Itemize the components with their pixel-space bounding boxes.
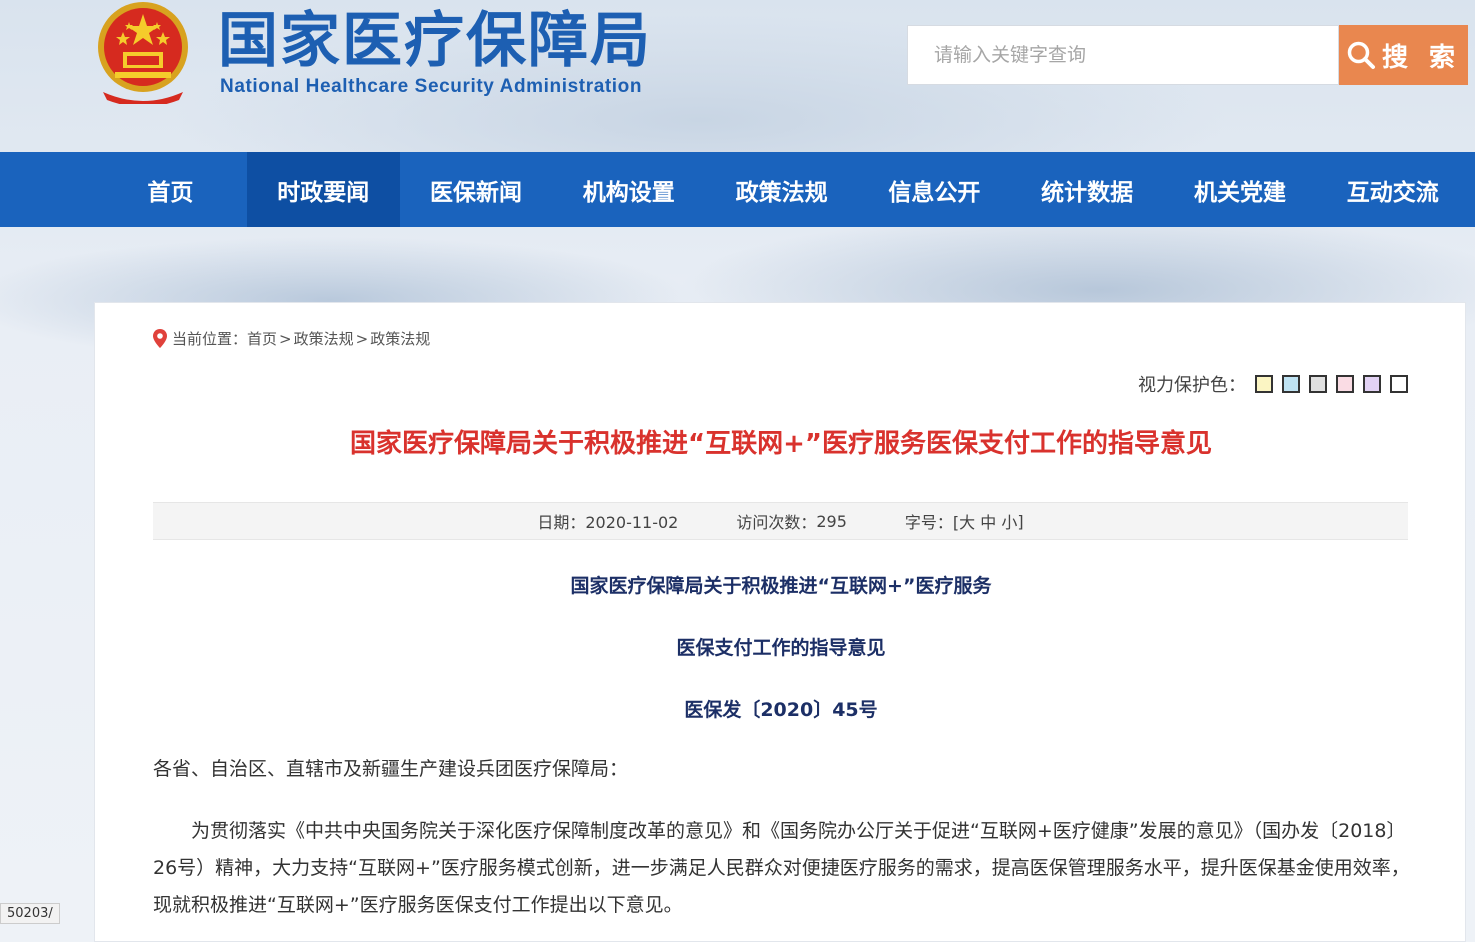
article-panel: 当前位置： 首页 > 政策法规 > 政策法规 视力保护色： 国家医疗保障局关于积… — [94, 302, 1466, 942]
document-salutation: 各省、自治区、直辖市及新疆生产建设兵团医疗保障局： — [153, 758, 629, 780]
font-size-end: ] — [1017, 511, 1024, 531]
nav-item-healthcare-news[interactable]: 医保新闻 — [400, 152, 553, 227]
article-title: 国家医疗保障局关于积极推进“互联网+”医疗服务医保支付工作的指导意见 — [350, 429, 1212, 459]
site-header: 国家医疗保障局 National Healthcare Security Adm… — [0, 0, 1475, 152]
article-views-label: 访问次数： — [736, 513, 817, 532]
font-size-small-button[interactable]: 小 — [1001, 509, 1017, 533]
main-nav: 首页 时政要闻 医保新闻 机构设置 政策法规 信息公开 统计数据 机关党建 互动… — [0, 152, 1475, 227]
eye-care-swatch-pink[interactable] — [1336, 375, 1354, 393]
search-button[interactable]: 搜 索 — [1339, 25, 1468, 85]
eye-care-swatch-blue[interactable] — [1282, 375, 1300, 393]
location-pin-icon — [153, 329, 167, 348]
breadcrumb-link-policies[interactable]: 政策法规 — [294, 328, 354, 349]
breadcrumb-separator: > — [355, 329, 369, 348]
nav-item-policies[interactable]: 政策法规 — [705, 152, 858, 227]
breadcrumb-link-home[interactable]: 首页 — [247, 328, 277, 349]
document-number: 医保发〔2020〕45号 — [684, 699, 878, 721]
article-views: 295 — [816, 511, 847, 531]
nav-item-party-building[interactable]: 机关党建 — [1164, 152, 1317, 227]
eye-care-color-picker: 视力保护色： — [1138, 371, 1408, 397]
breadcrumb-link-policies-current[interactable]: 政策法规 — [370, 328, 430, 349]
breadcrumb: 当前位置： 首页 > 政策法规 > 政策法规 — [153, 328, 430, 349]
breadcrumb-prefix: 当前位置： — [172, 330, 248, 348]
article-date: 日期：2020-11-02 — [537, 513, 679, 532]
search-field-wrapper — [907, 25, 1339, 85]
document-heading-line2: 医保支付工作的指导意见 — [676, 637, 886, 659]
site-logo-chinese[interactable]: 国家医疗保障局 — [218, 6, 652, 76]
article-meta-bar: 日期：2020-11-02 访问次数： 295 字号：[ 大 中 小 ] — [153, 502, 1408, 540]
eye-care-swatch-yellow[interactable] — [1255, 375, 1273, 393]
nav-item-interaction[interactable]: 互动交流 — [1316, 152, 1469, 227]
font-size-large-button[interactable]: 大 — [959, 509, 975, 533]
search-button-label: 搜 索 — [1381, 42, 1462, 73]
site-logo-english[interactable]: National Healthcare Security Administrat… — [220, 76, 642, 98]
national-emblem-icon[interactable] — [93, 0, 193, 107]
document-heading-line1: 国家医疗保障局关于积极推进“互联网+”医疗服务 — [570, 575, 992, 597]
eye-care-swatch-white[interactable] — [1390, 375, 1408, 393]
nav-item-organization[interactable]: 机构设置 — [552, 152, 705, 227]
eye-care-swatch-gray[interactable] — [1309, 375, 1327, 393]
font-size-medium-button[interactable]: 中 — [980, 509, 996, 533]
nav-item-home[interactable]: 首页 — [94, 152, 247, 227]
search-icon — [1347, 41, 1375, 69]
nav-item-statistics[interactable]: 统计数据 — [1011, 152, 1164, 227]
document-body-paragraph: 为贯彻落实《中共中央国务院关于深化医疗保障制度改革的意见》和《国务院办公厅关于促… — [153, 820, 1410, 916]
font-size-label: 字号：[ — [904, 513, 960, 532]
breadcrumb-separator: > — [279, 329, 292, 348]
status-bar-url: 50203/ — [0, 903, 60, 924]
search-input[interactable] — [932, 43, 1316, 67]
eye-care-swatch-purple[interactable] — [1363, 375, 1381, 393]
nav-item-news-politics[interactable]: 时政要闻 — [246, 152, 400, 227]
nav-item-public-info[interactable]: 信息公开 — [858, 152, 1011, 227]
eye-care-label: 视力保护色： — [1138, 375, 1246, 396]
